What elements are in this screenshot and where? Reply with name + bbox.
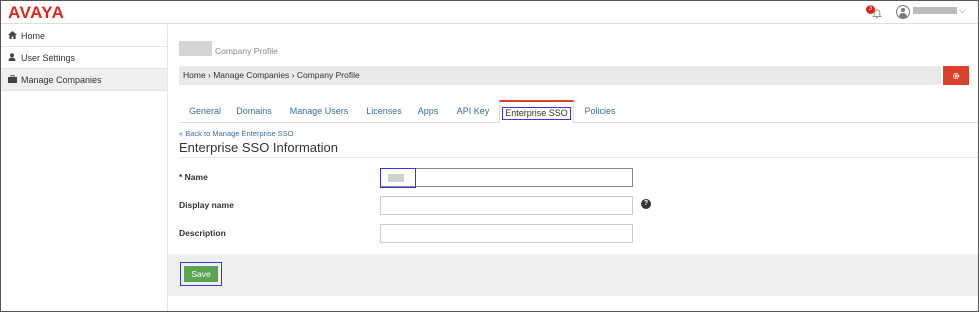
description-label: Description <box>179 228 226 238</box>
user-name-redacted[interactable] <box>913 7 957 14</box>
user-avatar-icon[interactable] <box>896 5 910 19</box>
company-logo-redacted <box>179 41 212 56</box>
briefcase-icon <box>8 70 18 92</box>
tab-general[interactable]: General <box>186 100 224 123</box>
back-link[interactable]: « Back to Manage Enterprise SSO <box>179 129 294 138</box>
home-icon <box>8 26 18 48</box>
tab-label: Enterprise SSO <box>502 107 571 120</box>
help-icon[interactable]: ? <box>641 199 651 209</box>
tab-licenses[interactable]: Licenses <box>365 100 403 123</box>
tab-apps[interactable]: Apps <box>415 100 441 123</box>
description-input[interactable] <box>380 224 633 243</box>
name-label: * Name <box>179 172 208 182</box>
form-footer <box>168 254 978 296</box>
notification-badge: 3 <box>866 5 875 14</box>
gear-icon <box>952 70 960 80</box>
display-name-input[interactable] <box>380 196 633 215</box>
chevron-down-icon[interactable]: ⌵ <box>959 5 966 16</box>
tab-domains[interactable]: Domains <box>234 100 274 123</box>
name-value-redacted <box>388 174 404 182</box>
display-name-label: Display name <box>179 200 234 210</box>
divider <box>179 157 978 158</box>
avaya-logo[interactable]: AVAYA <box>8 3 64 23</box>
user-icon <box>8 48 18 70</box>
page-title: Company Profile <box>215 46 278 56</box>
tab-manage-users[interactable]: Manage Users <box>288 100 350 123</box>
section-title: Enterprise SSO Information <box>179 140 338 155</box>
tab-policies[interactable]: Policies <box>581 100 619 123</box>
sidebar-item-home[interactable]: Home <box>1 25 167 47</box>
main-content: Company Profile Home › Manage Companies … <box>168 25 978 311</box>
settings-button[interactable] <box>943 66 969 85</box>
tab-api-key[interactable]: API Key <box>454 100 492 123</box>
tab-bar: General Domains Manage Users Licenses Ap… <box>179 100 978 123</box>
sidebar-item-label: Home <box>21 31 46 41</box>
sidebar-item-user-settings[interactable]: User Settings <box>1 47 167 69</box>
sidebar: Home User Settings Manage Companies <box>1 25 168 311</box>
sidebar-item-manage-companies[interactable]: Manage Companies <box>1 69 167 91</box>
top-bar: AVAYA 3 ⌵ <box>1 1 978 24</box>
sidebar-item-label: Manage Companies <box>21 75 102 85</box>
save-button[interactable]: Save <box>184 266 218 282</box>
breadcrumb[interactable]: Home › Manage Companies › Company Profil… <box>179 66 941 85</box>
tab-enterprise-sso[interactable]: Enterprise SSO <box>499 100 574 123</box>
sidebar-item-label: User Settings <box>21 53 76 63</box>
name-input[interactable] <box>380 168 633 187</box>
